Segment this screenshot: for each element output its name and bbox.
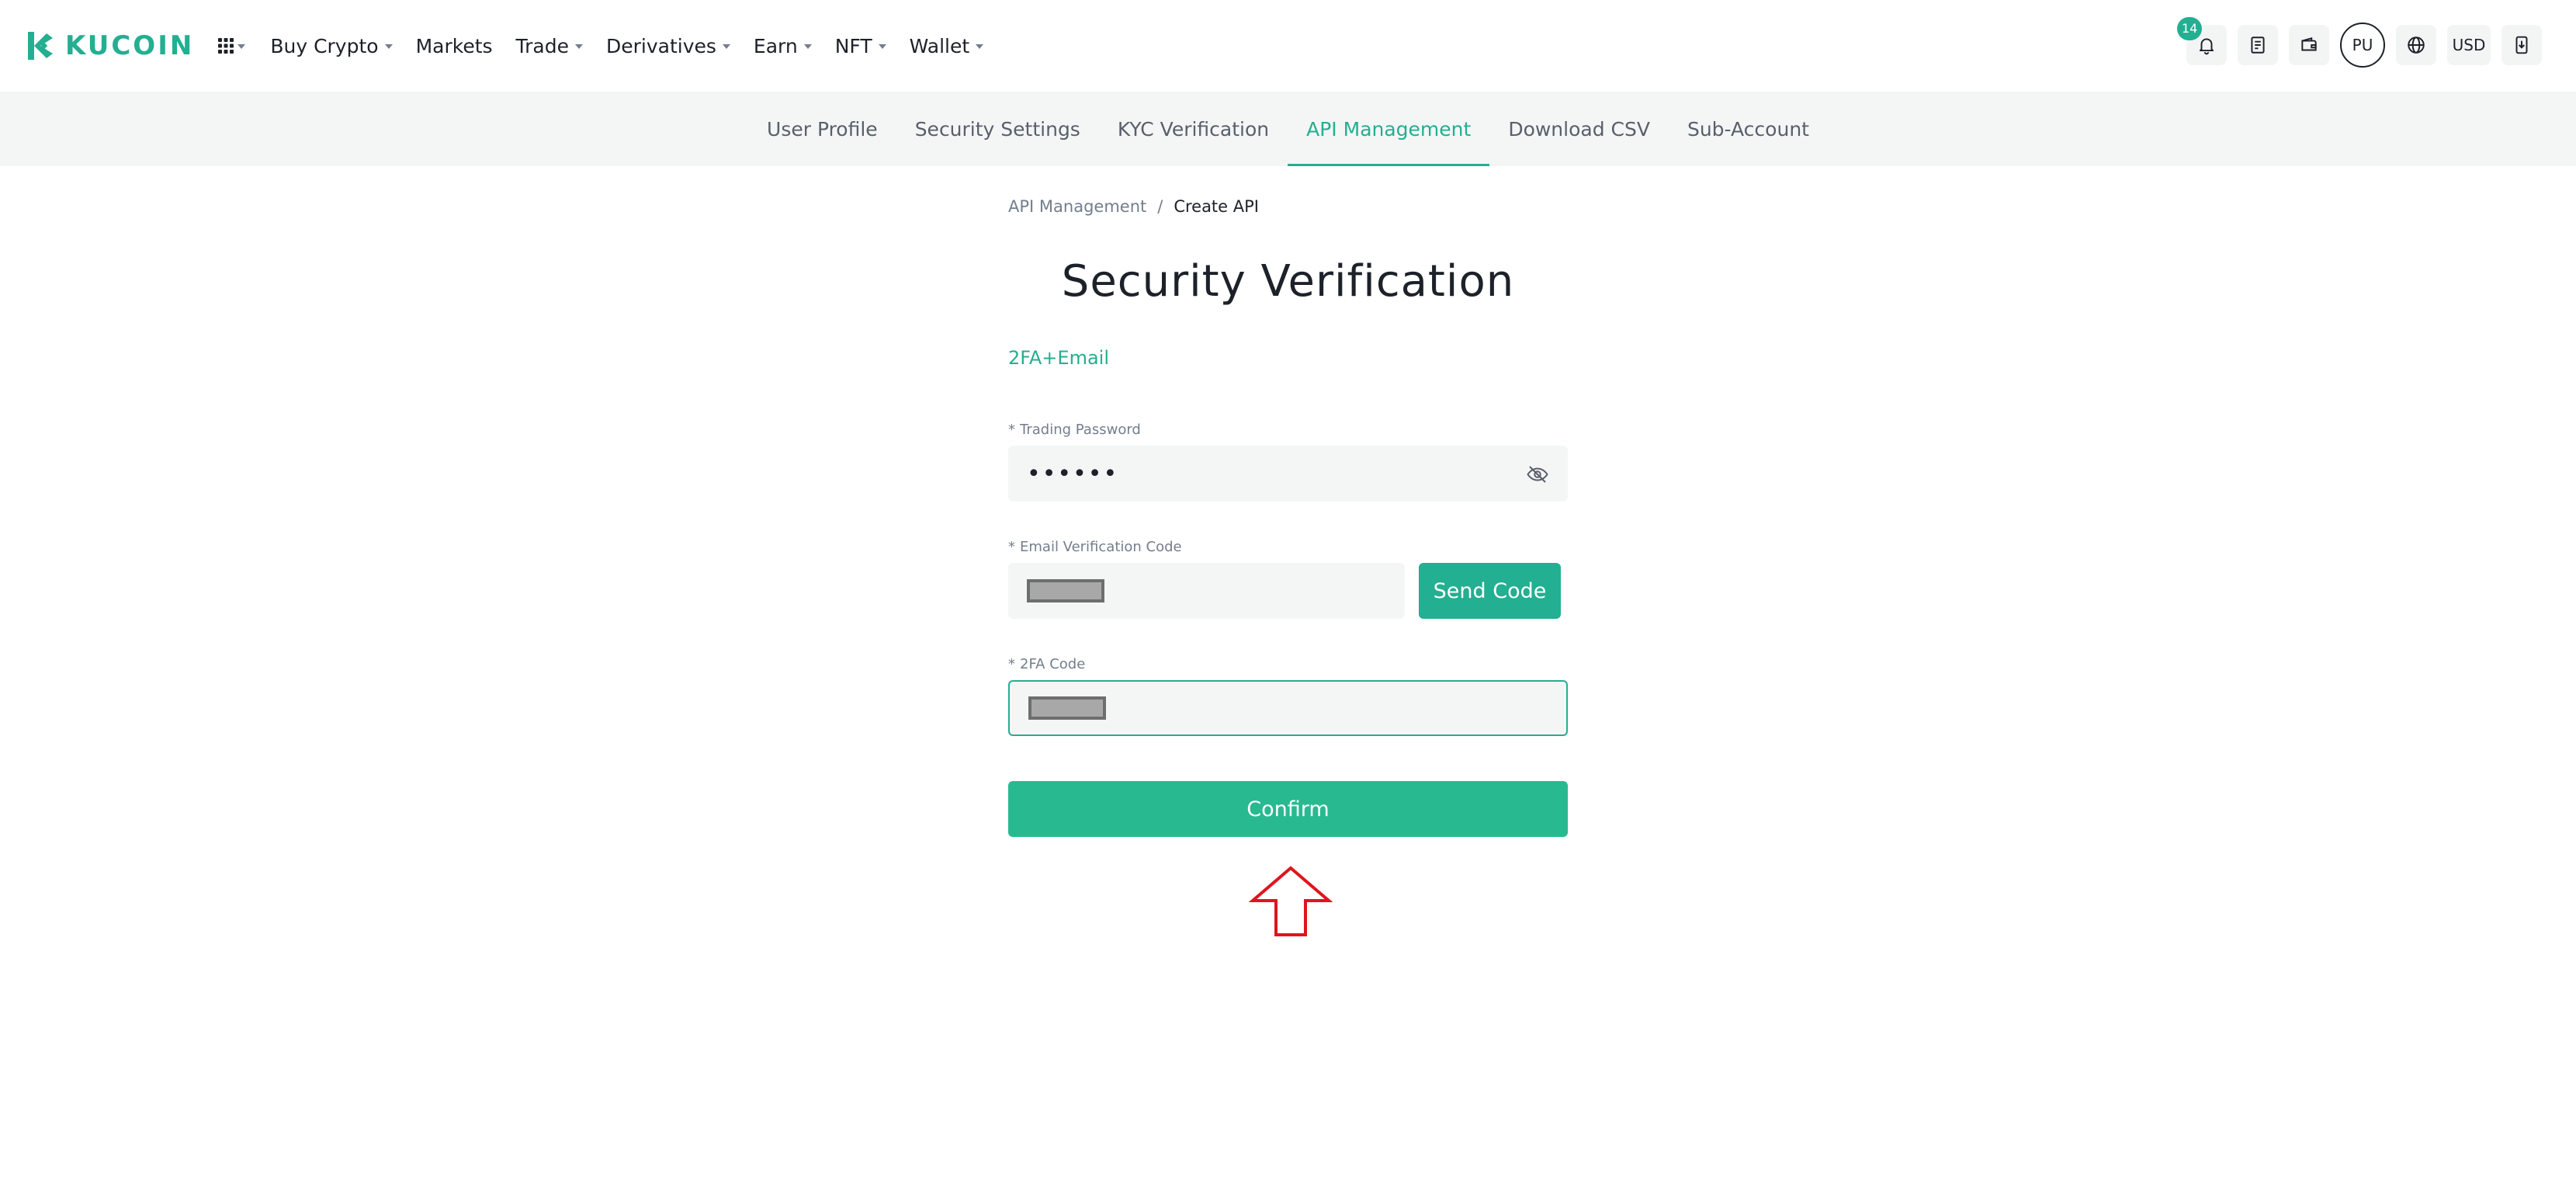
download-icon: [2515, 36, 2528, 54]
breadcrumb-api-management[interactable]: API Management: [1008, 197, 1146, 216]
nav-derivatives[interactable]: Derivatives: [606, 35, 730, 57]
nav-trade[interactable]: Trade: [516, 35, 583, 57]
tab-api-management[interactable]: API Management: [1288, 92, 1490, 166]
chevron-down-icon: [237, 44, 246, 49]
currency-label: USD: [2452, 36, 2486, 54]
bell-icon: [2199, 38, 2214, 55]
breadcrumb: API Management / Create API: [1008, 197, 1568, 216]
nav-label: Trade: [515, 34, 569, 57]
send-code-button[interactable]: Send Code: [1419, 563, 1561, 619]
email-code-row: Send Code: [1008, 563, 1568, 619]
twofa-code-input[interactable]: [1008, 680, 1568, 736]
nav-wallet[interactable]: Wallet: [910, 35, 984, 57]
tab-user-profile[interactable]: User Profile: [748, 92, 896, 166]
chevron-down-icon: [878, 44, 886, 49]
tab-sub-account[interactable]: Sub-Account: [1669, 92, 1828, 166]
required-mark: *: [1008, 656, 1015, 672]
tab-kyc-verification[interactable]: KYC Verification: [1099, 92, 1288, 166]
subnav-tabs: User Profile Security Settings KYC Verif…: [748, 92, 1828, 166]
nav-label: Derivatives: [605, 34, 716, 57]
wallet-button[interactable]: [2289, 25, 2329, 65]
orders-button[interactable]: [2238, 25, 2278, 65]
breadcrumb-separator: /: [1157, 197, 1163, 216]
label-text: Email Verification Code: [1020, 539, 1182, 555]
breadcrumb-current: Create API: [1174, 197, 1259, 216]
required-mark: *: [1008, 422, 1015, 438]
account-subnav: User Profile Security Settings KYC Verif…: [0, 92, 2576, 166]
language-button[interactable]: [2396, 25, 2436, 65]
up-arrow-annotation-icon: [1248, 866, 1333, 936]
nav-label: Wallet: [909, 34, 970, 57]
redacted-value: [1028, 696, 1106, 720]
currency-button[interactable]: USD: [2447, 25, 2491, 65]
confirm-button[interactable]: Confirm: [1008, 781, 1568, 837]
tab-security-settings[interactable]: Security Settings: [896, 92, 1099, 166]
chevron-down-icon: [803, 44, 812, 49]
nav-label: Markets: [415, 34, 493, 57]
email-code-label: * Email Verification Code: [1008, 539, 1568, 555]
required-mark: *: [1008, 539, 1015, 555]
page-title: Security Verification: [1061, 256, 1515, 307]
nav-buy-crypto[interactable]: Buy Crypto: [270, 34, 393, 57]
nav-nft[interactable]: NFT: [835, 35, 886, 57]
download-app-button[interactable]: [2501, 25, 2542, 65]
avatar[interactable]: PU: [2340, 23, 2385, 68]
chevron-down-icon: [722, 44, 730, 49]
notifications-button[interactable]: 14: [2177, 17, 2227, 65]
trading-password-value: ••••••: [1027, 460, 1119, 488]
globe-icon: [2408, 36, 2425, 54]
nav-label: Earn: [753, 34, 798, 57]
top-navigation: KUCOIN Buy Crypto Markets Trade Derivati…: [0, 0, 2576, 92]
brand-name: KUCOIN: [65, 30, 195, 61]
kucoin-logo-icon: [28, 32, 53, 60]
label-text: Trading Password: [1020, 422, 1141, 438]
eye-off-icon[interactable]: [1526, 463, 1549, 486]
avatar-initials: PU: [2352, 36, 2373, 54]
chevron-down-icon: [384, 44, 393, 49]
trading-password-field[interactable]: ••••••: [1008, 446, 1568, 502]
nav-label: Buy Crypto: [270, 34, 379, 57]
security-verification-panel: API Management / Create API Security Ver…: [1008, 166, 1568, 936]
apps-menu-button[interactable]: [217, 37, 246, 54]
nav-right-tools: 14 PU USD: [2177, 17, 2542, 68]
nav-markets[interactable]: Markets: [416, 35, 493, 57]
redacted-value: [1027, 579, 1104, 602]
wallet-icon: [2301, 37, 2317, 51]
tab-download-csv[interactable]: Download CSV: [1489, 92, 1669, 166]
notification-badge: 14: [2177, 17, 2203, 40]
nav-earn[interactable]: Earn: [754, 35, 812, 57]
verification-method[interactable]: 2FA+Email: [1008, 347, 1109, 369]
twofa-code-label: * 2FA Code: [1008, 656, 1568, 672]
grid-icon: [218, 38, 234, 54]
chevron-down-icon: [574, 44, 583, 49]
nav-label: NFT: [834, 34, 872, 57]
orders-icon: [2251, 36, 2265, 54]
kucoin-logo[interactable]: KUCOIN: [23, 29, 194, 63]
label-text: 2FA Code: [1020, 656, 1086, 672]
chevron-down-icon: [976, 44, 984, 49]
trading-password-label: * Trading Password: [1008, 422, 1568, 438]
email-code-input[interactable]: [1008, 563, 1405, 619]
